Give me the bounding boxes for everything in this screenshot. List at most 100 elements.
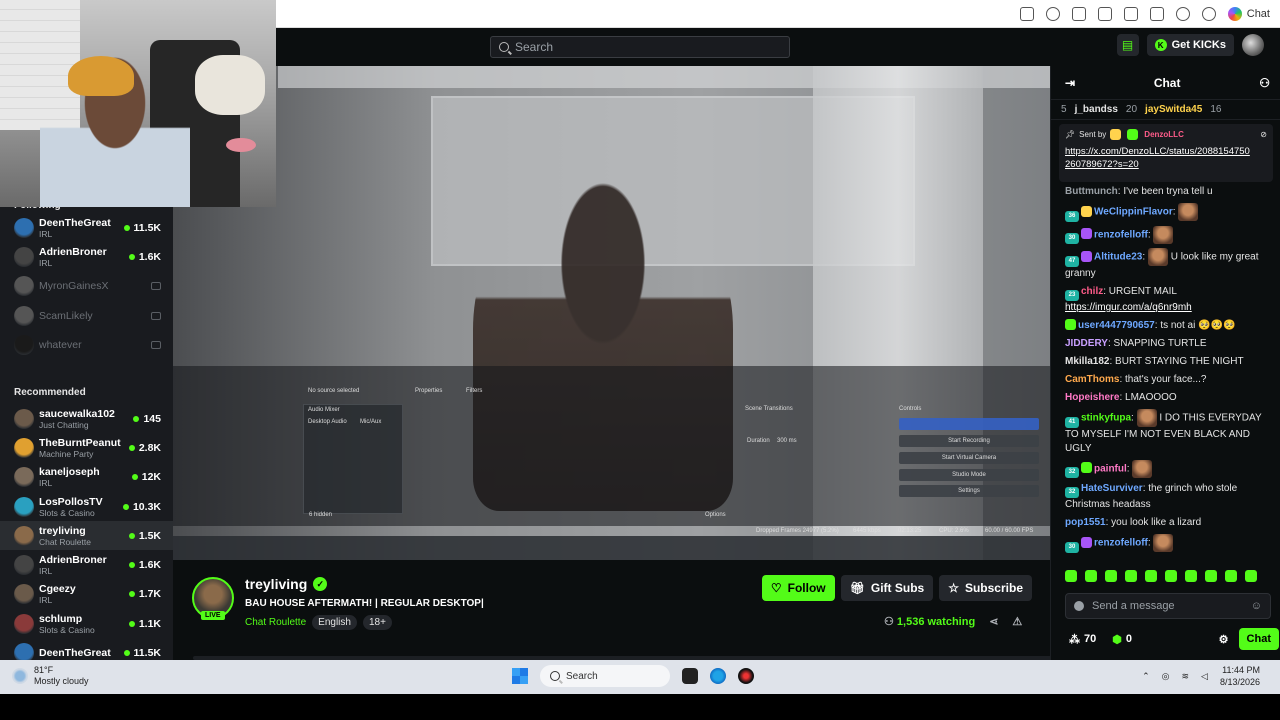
pinned-user[interactable]: DenzoLLC xyxy=(1144,130,1184,139)
sidebar-channel[interactable]: LosPollosTV Slots & Casino 10.3K xyxy=(0,492,173,521)
search-input[interactable]: Search xyxy=(490,36,790,58)
sidebar-channel[interactable]: schlump Slots & Casino 1.1K xyxy=(0,609,173,638)
chat-username[interactable]: CamThoms xyxy=(1065,374,1119,385)
chat-link[interactable]: https://imgur.com/a/q6nr9mh xyxy=(1065,302,1192,313)
reader-icon[interactable] xyxy=(1019,7,1034,21)
chat-username[interactable]: Hopeishere xyxy=(1065,392,1119,403)
chat-text: LMAOOOO xyxy=(1125,391,1177,403)
tag-language[interactable]: English xyxy=(312,615,357,630)
sidebar-channel[interactable]: whatever xyxy=(0,330,173,359)
clock[interactable]: 11:44 PM 8/13/2026 xyxy=(1220,664,1260,688)
chat-username[interactable]: Altitude23 xyxy=(1094,252,1142,263)
channel-avatar xyxy=(14,467,34,488)
streamer-name[interactable]: treyliving xyxy=(245,576,307,592)
chat-input[interactable]: Send a message ☺ xyxy=(1065,593,1271,619)
video-player[interactable]: Audio Mixer Desktop Audio Mic/Aux No sou… xyxy=(173,66,1050,560)
collapse-chat-icon[interactable]: ⇥ xyxy=(1065,76,1075,90)
address-bar[interactable] xyxy=(276,4,1036,24)
sidebar-channel[interactable]: saucewalka102 Just Chatting 145 xyxy=(0,404,173,433)
emote-icon[interactable] xyxy=(1105,570,1117,582)
emoji-icon[interactable]: ☺ xyxy=(1251,600,1262,612)
points-count[interactable]: 70 xyxy=(1084,633,1096,645)
chat-username[interactable]: chilz xyxy=(1081,286,1103,297)
sidebar-channel[interactable]: ScamLikely xyxy=(0,301,173,330)
chat-username[interactable]: renzofelloff xyxy=(1094,538,1148,549)
file-icon[interactable] xyxy=(682,668,698,684)
favorites-bar-icon[interactable] xyxy=(1123,7,1138,21)
collections-icon[interactable] xyxy=(1149,7,1164,21)
more-icon[interactable] xyxy=(1201,7,1216,21)
sidebar-channel[interactable]: MyronGainesX xyxy=(0,272,173,301)
profile-icon[interactable] xyxy=(1175,7,1190,21)
webcam-overlay xyxy=(0,0,276,207)
chat-username[interactable]: user4447790657 xyxy=(1078,320,1155,331)
chat-message: JIDDERY: SNAPPING TURTLE xyxy=(1065,337,1273,351)
emote-icon[interactable] xyxy=(1205,570,1217,582)
share-icon[interactable]: ⋖ xyxy=(989,615,998,628)
sidebar-channel[interactable]: Cgeezy IRL 1.7K xyxy=(0,580,173,609)
favorite-icon[interactable] xyxy=(1045,7,1060,21)
sidebar-channel[interactable]: DeenTheGreat IRL 11.5K xyxy=(0,213,173,242)
edge-icon[interactable] xyxy=(710,668,726,684)
emote-icon[interactable] xyxy=(1065,570,1077,582)
pinned-link[interactable]: https://x.com/DenzoLLC/status/2088154750… xyxy=(1065,145,1255,171)
chat-users-icon[interactable]: ⚇ xyxy=(1259,76,1270,90)
browse-icon[interactable]: ▤ xyxy=(1116,34,1139,56)
chat-message: Mkilla182: BURT STAYING THE NIGHT xyxy=(1065,355,1273,369)
chat-username[interactable]: painful xyxy=(1094,463,1127,474)
obs-kbps: 6445 kbps xyxy=(853,528,881,534)
send-chat-button[interactable]: Chat xyxy=(1238,628,1279,650)
chat-username[interactable]: HateSurviver xyxy=(1081,483,1143,494)
chat-username[interactable]: stinkyfupa xyxy=(1081,413,1131,424)
viewer-count: 11.5K xyxy=(123,647,161,659)
gift-subs-button[interactable]: 🎁︎ Gift Subs xyxy=(840,575,934,601)
viewer-count: 10.3K xyxy=(122,501,161,513)
gift-icon: 🎁︎ xyxy=(849,581,865,595)
report-icon[interactable]: ⚠ xyxy=(1012,615,1022,628)
stream-category[interactable]: Chat Roulette xyxy=(245,617,306,628)
emote-icon[interactable] xyxy=(1125,570,1137,582)
verified-icon: ✓ xyxy=(313,577,328,591)
obs-icon[interactable] xyxy=(738,668,754,684)
obs-desktop-audio-label: Desktop Audio xyxy=(308,419,347,425)
tag-mature[interactable]: 18+ xyxy=(362,615,392,630)
emote-icon[interactable] xyxy=(1145,570,1157,582)
volume-icon[interactable]: ◁ xyxy=(1201,671,1208,682)
sidebar-channel[interactable]: kaneljoseph IRL 12K xyxy=(0,463,173,492)
live-dot-icon xyxy=(128,562,135,569)
user-avatar[interactable] xyxy=(1242,34,1264,56)
get-kicks-button[interactable]: K Get KICKs xyxy=(1146,34,1234,56)
gifter-name[interactable]: jaySwitda45 xyxy=(1145,104,1202,115)
chat-username[interactable]: pop1551 xyxy=(1065,517,1106,528)
sidebar-channel[interactable]: TheBurntPeanut Machine Party 2.8K xyxy=(0,433,173,462)
chat-badge-icon: 47 xyxy=(1065,255,1079,267)
windows-start-icon[interactable] xyxy=(512,668,528,684)
chat-username[interactable]: renzofelloff xyxy=(1094,229,1148,240)
copilot-chat-button[interactable]: Chat xyxy=(1227,7,1270,21)
sidebar-channel[interactable]: AdrienBroner IRL 1.6K xyxy=(0,242,173,271)
chat-username[interactable]: Buttmunch xyxy=(1065,186,1118,197)
subscribe-button[interactable]: ☆ Subscribe xyxy=(939,575,1032,601)
chat-settings-icon[interactable]: ⚙ xyxy=(1219,633,1229,646)
follow-button[interactable]: ♡ Follow xyxy=(761,575,835,601)
taskbar-search[interactable]: Search xyxy=(540,665,670,687)
wifi-icon[interactable]: ≋ xyxy=(1181,671,1189,682)
chat-username[interactable]: JIDDERY xyxy=(1065,338,1108,349)
weather-widget[interactable]: 81°F Mostly cloudy xyxy=(12,665,89,687)
emote-icon[interactable] xyxy=(1225,570,1237,582)
gifter-name[interactable]: j_bandss xyxy=(1075,104,1118,115)
network-icon[interactable]: ◎ xyxy=(1162,671,1170,682)
emote-icon[interactable] xyxy=(1165,570,1177,582)
unpin-icon[interactable]: ⊘ xyxy=(1260,130,1267,139)
kicks-count[interactable]: 0 xyxy=(1126,633,1132,645)
chevron-up-icon[interactable]: ⌃ xyxy=(1142,671,1150,682)
chat-username[interactable]: Mkilla182 xyxy=(1065,356,1109,367)
sidebar-channel[interactable]: treyliving Chat Roulette 1.5K xyxy=(0,521,173,551)
emote-icon[interactable] xyxy=(1185,570,1197,582)
sidebar-channel[interactable]: AdrienBroner IRL 1.6K xyxy=(0,550,173,579)
emote-icon[interactable] xyxy=(1245,570,1257,582)
split-screen-icon[interactable] xyxy=(1097,7,1112,21)
extensions-icon[interactable] xyxy=(1071,7,1086,21)
emote-icon[interactable] xyxy=(1085,570,1097,582)
chat-username[interactable]: WeClippinFlavor xyxy=(1094,207,1173,218)
